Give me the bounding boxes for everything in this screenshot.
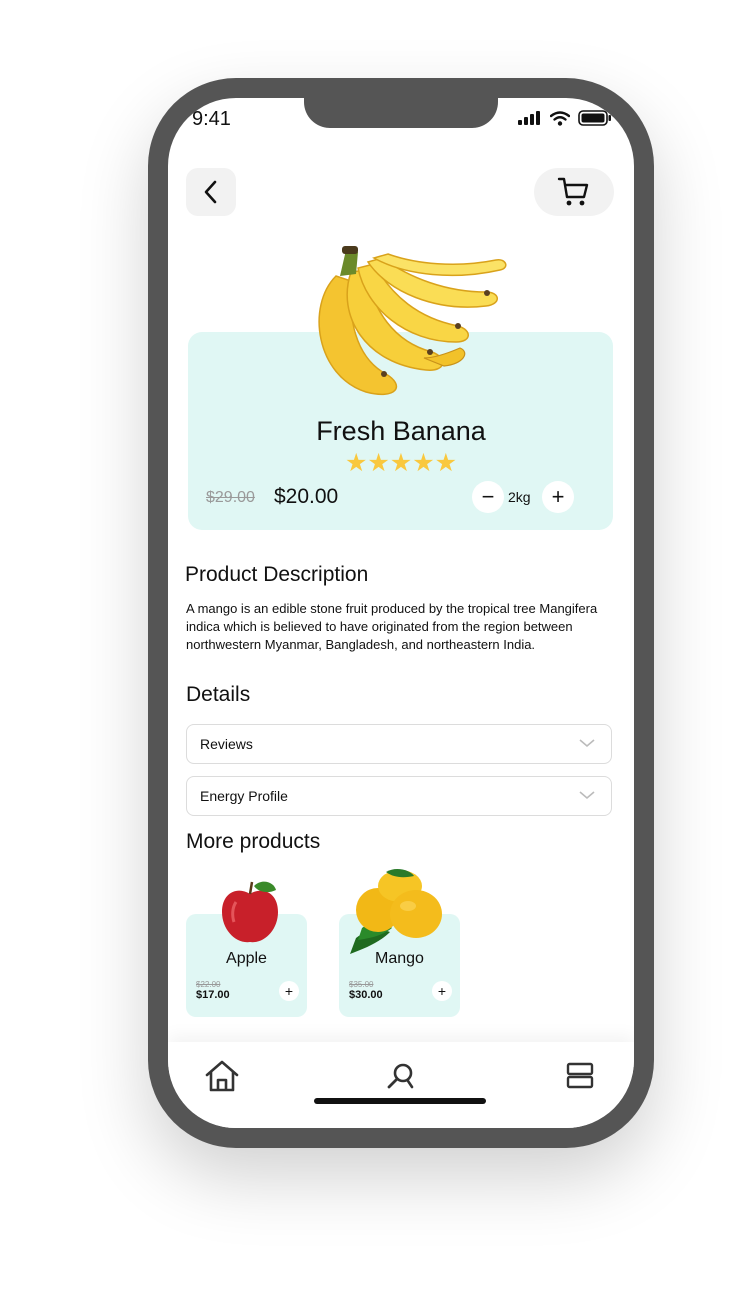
home-icon (205, 1060, 239, 1092)
nav-list-button[interactable] (560, 1056, 600, 1096)
nav-search-button[interactable] (381, 1056, 421, 1096)
bottom-navigation (168, 1042, 634, 1128)
accordion-label: Reviews (200, 736, 253, 752)
list-icon (566, 1062, 594, 1089)
chevron-down-icon (579, 791, 595, 800)
cart-icon (557, 177, 589, 206)
apple-image (222, 881, 278, 943)
chevron-down-icon (579, 739, 595, 748)
status-time: 9:41 (192, 108, 231, 130)
home-indicator (314, 1098, 486, 1104)
mango-image (350, 869, 442, 954)
current-price: $17.00 (196, 989, 230, 1001)
more-products-heading: More products (186, 830, 321, 853)
nav-home-button[interactable] (202, 1056, 242, 1096)
add-to-cart-button[interactable]: + (279, 981, 299, 1001)
energy-profile-accordion[interactable]: Energy Profile (186, 776, 612, 816)
original-price: $29.00 (206, 489, 255, 506)
details-heading: Details (186, 683, 251, 706)
cart-button[interactable] (534, 168, 614, 216)
increase-quantity-button[interactable]: + (542, 481, 574, 513)
product-name: Apple (226, 950, 267, 967)
wifi-icon (550, 110, 570, 126)
reviews-accordion[interactable]: Reviews (186, 724, 612, 764)
rating-stars: ★★★★★ (344, 449, 458, 477)
product-title: Fresh Banana (316, 416, 486, 446)
status-icons (518, 110, 612, 126)
search-icon (387, 1063, 414, 1089)
add-to-cart-button[interactable]: + (432, 981, 452, 1001)
description-text: A mango is an edible stone fruit produce… (186, 601, 598, 652)
accordion-label: Energy Profile (200, 788, 288, 804)
chevron-left-icon (204, 180, 217, 204)
current-price: $20.00 (274, 485, 339, 508)
quantity-value: 2kg (508, 489, 531, 505)
back-button[interactable] (186, 168, 236, 216)
banana-image (318, 246, 507, 396)
signal-icon (518, 111, 540, 125)
phone-frame: 9:41 Fresh Banana ★★★★★ $29.00 $20.00 − … (148, 78, 654, 1148)
notch (304, 98, 498, 128)
original-price: $22.00 (196, 980, 221, 989)
app-screen: 9:41 Fresh Banana ★★★★★ $29.00 $20.00 − … (168, 98, 634, 1128)
original-price: $35.00 (349, 980, 374, 989)
decrease-quantity-button[interactable]: − (472, 481, 504, 513)
battery-icon (578, 110, 611, 126)
current-price: $30.00 (349, 989, 383, 1001)
description-heading: Product Description (185, 563, 369, 586)
